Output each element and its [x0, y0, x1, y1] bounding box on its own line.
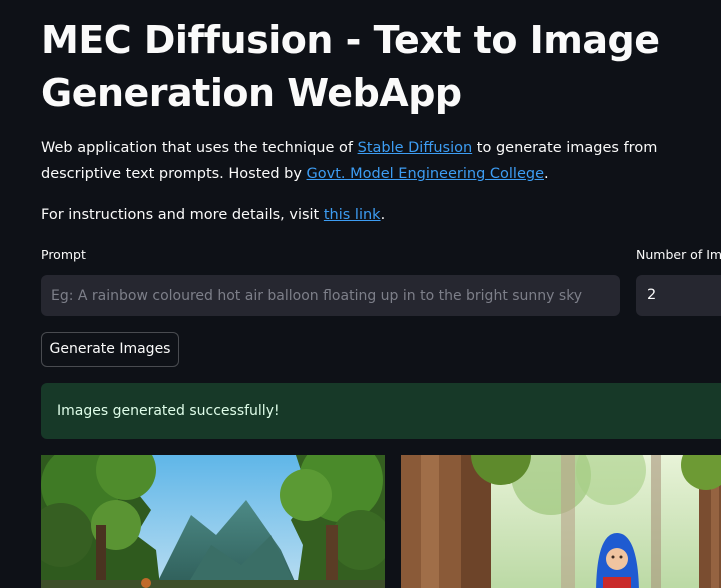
image-count-label: Number of Images [636, 247, 721, 262]
generated-forest-child-image [401, 455, 721, 588]
instructions-suffix: . [380, 207, 386, 223]
instructions-text: For instructions and more details, visit… [41, 202, 385, 228]
generate-images-button[interactable]: Generate Images [41, 332, 179, 367]
instructions-link[interactable]: this link [324, 207, 381, 223]
app-description: Web application that uses the technique … [41, 135, 711, 187]
app-page: MEC Diffusion - Text to Image Generation… [0, 0, 721, 588]
success-message: Images generated successfully! [57, 403, 280, 419]
description-text-3: . [544, 166, 549, 182]
success-alert: Images generated successfully! [41, 383, 721, 439]
prompt-label: Prompt [41, 247, 86, 262]
college-link[interactable]: Govt. Model Engineering College [307, 166, 544, 182]
generated-image-2[interactable] [401, 455, 721, 588]
prompt-input[interactable] [41, 275, 620, 316]
stable-diffusion-link[interactable]: Stable Diffusion [358, 140, 473, 156]
description-text-1: Web application that uses the technique … [41, 140, 358, 156]
generated-image-1[interactable] [41, 455, 385, 588]
instructions-prefix: For instructions and more details, visit [41, 207, 324, 223]
page-title: MEC Diffusion - Text to Image Generation… [41, 18, 660, 115]
image-count-input[interactable]: 2 [636, 275, 721, 316]
generated-forest-landscape-image [41, 455, 385, 588]
